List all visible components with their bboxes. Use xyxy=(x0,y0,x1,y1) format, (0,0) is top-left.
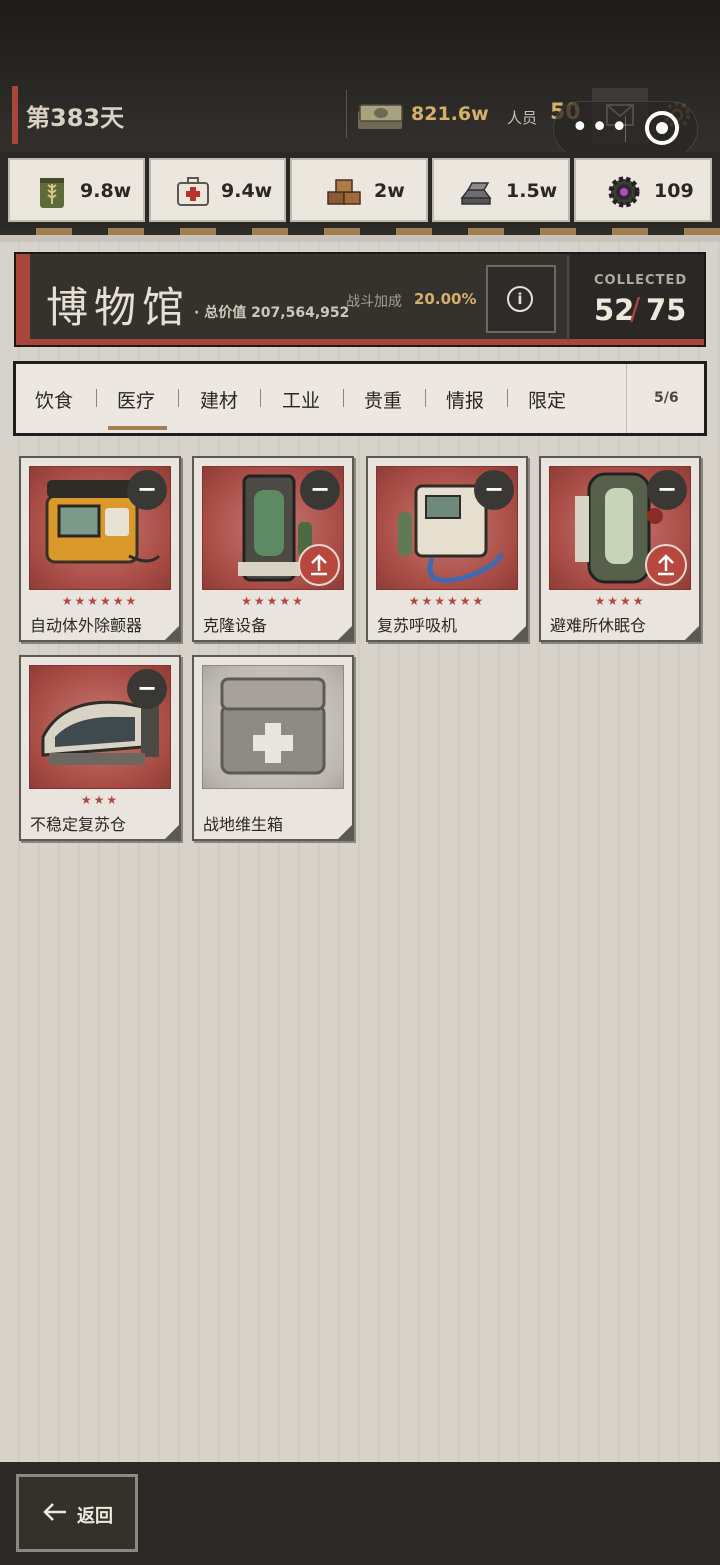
capsule-divider xyxy=(625,116,626,142)
item-name: 自动体外除颤器 xyxy=(30,616,143,635)
remove-button[interactable]: − xyxy=(474,470,514,510)
item-stars: ★★★ xyxy=(80,793,120,807)
day-counter: 第383天 xyxy=(26,104,125,132)
item-card-revival-pod[interactable]: − ★★★ 不稳定复苏仓 xyxy=(19,655,181,841)
info-icon: i xyxy=(507,286,533,312)
arrow-left-icon xyxy=(43,1503,66,1521)
remove-button[interactable]: − xyxy=(127,470,167,510)
item-card-field-life-support[interactable]: 战地维生箱 xyxy=(192,655,354,841)
resource-value: 109 xyxy=(654,180,694,202)
remove-button[interactable]: − xyxy=(300,470,340,510)
battle-bonus-value: 20.00% xyxy=(414,290,477,308)
item-stars: ★★★★ xyxy=(594,594,646,608)
item-card-hibernation-pod[interactable]: − ★★★★ 避难所休眠仓 xyxy=(539,456,701,642)
collected-total: 75 xyxy=(646,293,687,327)
close-mini-program-icon[interactable] xyxy=(645,111,679,145)
resource-medical[interactable]: 9.4w xyxy=(149,158,286,222)
more-options-icon[interactable]: ••• xyxy=(571,113,630,143)
museum-underline xyxy=(16,339,704,345)
page-indicator[interactable]: 5/6 xyxy=(654,390,679,406)
card-corner xyxy=(165,626,179,640)
resource-value: 9.4w xyxy=(221,180,273,202)
item-card-ventilator[interactable]: − ★★★★★★ 复苏呼吸机 xyxy=(366,456,528,642)
hazard-stripe-divider xyxy=(0,228,720,242)
card-corner xyxy=(338,626,352,640)
collected-label: COLLECTED xyxy=(594,273,688,288)
tab-divider xyxy=(96,389,97,407)
upgrade-arrow-icon xyxy=(311,554,327,576)
item-name: 不稳定复苏仓 xyxy=(30,815,127,834)
card-corner xyxy=(165,825,179,839)
item-card-defibrillator[interactable]: − ★★★★★★ 自动体外除颤器 xyxy=(19,456,181,642)
upgrade-arrow-icon xyxy=(658,554,674,576)
ingot-icon xyxy=(460,182,492,205)
resource-value: 1.5w xyxy=(506,180,558,202)
tab-food[interactable]: 饮食 xyxy=(35,386,73,413)
upgrade-button[interactable] xyxy=(298,544,340,586)
field-life-support-icon xyxy=(220,677,326,775)
collected-slash: / xyxy=(630,292,641,327)
tab-intel[interactable]: 情报 xyxy=(446,386,484,413)
tab-divider xyxy=(178,389,179,407)
item-name: 克隆设备 xyxy=(203,616,268,635)
tab-divider xyxy=(425,389,426,407)
item-name: 复苏呼吸机 xyxy=(377,616,458,635)
resource-value: 2w xyxy=(374,180,405,202)
grain-icon xyxy=(40,178,64,208)
museum-title: 博物馆 xyxy=(46,283,191,332)
cash-stack-icon xyxy=(358,104,403,129)
item-stars: ★★★★★★ xyxy=(61,594,139,608)
remove-button[interactable]: − xyxy=(127,669,167,709)
tab-industry[interactable]: 工业 xyxy=(282,386,320,413)
resource-food[interactable]: 9.8w xyxy=(8,158,145,222)
item-stars: ★★★★★ xyxy=(241,594,305,608)
upgrade-button[interactable] xyxy=(645,544,687,586)
card-corner xyxy=(512,626,526,640)
bricks-icon xyxy=(327,179,361,205)
money-value: 821.6w xyxy=(411,103,489,125)
back-label: 返回 xyxy=(77,1506,113,1527)
resource-materials[interactable]: 2w xyxy=(290,158,428,222)
gear-gem-icon xyxy=(608,176,640,208)
collected-count: 52 xyxy=(594,293,635,327)
active-tab-indicator xyxy=(108,426,167,430)
museum-total-value: · 总价值 207,564,952 xyxy=(194,305,350,321)
resource-industry[interactable]: 1.5w xyxy=(432,158,570,222)
tab-building[interactable]: 建材 xyxy=(200,386,238,413)
battle-bonus-label: 战斗加成 xyxy=(346,294,402,310)
divider xyxy=(346,90,347,138)
tab-limited[interactable]: 限定 xyxy=(528,386,566,413)
item-stars: ★★★★★★ xyxy=(408,594,486,608)
page-divider xyxy=(626,364,627,433)
card-corner xyxy=(685,626,699,640)
resource-special[interactable]: 109 xyxy=(574,158,712,222)
item-name: 战地维生箱 xyxy=(203,815,284,834)
tab-divider xyxy=(507,389,508,407)
tab-medical[interactable]: 医疗 xyxy=(117,386,155,413)
collected-divider xyxy=(567,256,569,340)
tab-divider xyxy=(343,389,344,407)
museum-accent xyxy=(16,254,30,345)
card-corner xyxy=(338,825,352,839)
tab-valuables[interactable]: 贵重 xyxy=(364,386,402,413)
resource-value: 9.8w xyxy=(80,180,132,202)
population-label: 人员 xyxy=(507,109,538,127)
day-accent xyxy=(12,86,18,144)
remove-button[interactable]: − xyxy=(647,470,687,510)
item-name: 避难所休眠仓 xyxy=(550,616,647,635)
tab-divider xyxy=(260,389,261,407)
item-card-cloning-device[interactable]: − ★★★★★ 克隆设备 xyxy=(192,456,354,642)
medkit-icon xyxy=(177,177,209,206)
